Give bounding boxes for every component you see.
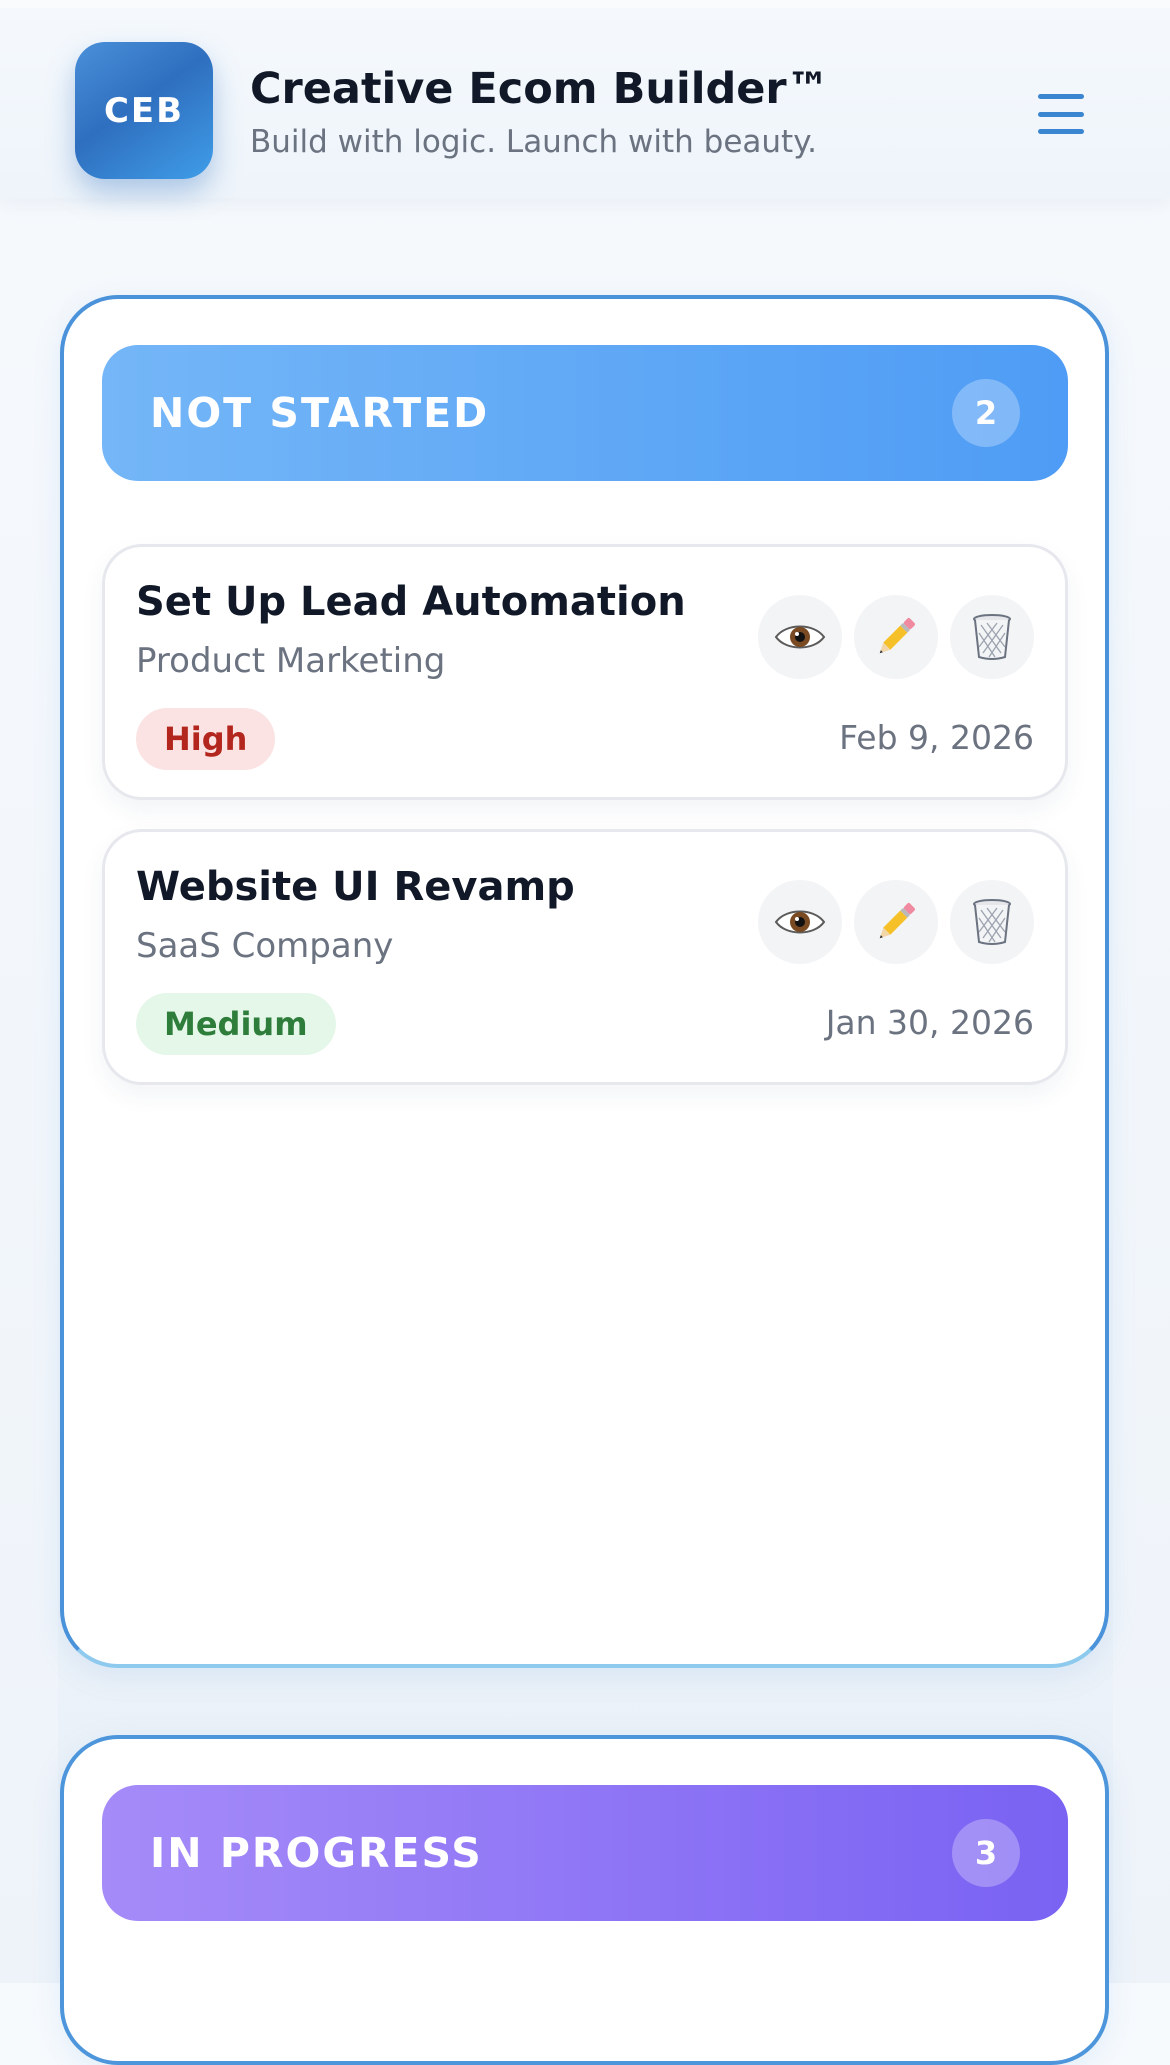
- menu-line: [1038, 94, 1084, 99]
- menu-line: [1038, 111, 1084, 117]
- delete-task-button[interactable]: [950, 880, 1034, 964]
- app-tagline: Build with logic. Launch with beauty.: [250, 124, 817, 160]
- app-header: CEB Creative Ecom Builder™ Build with lo…: [0, 0, 1170, 198]
- hamburger-menu-icon[interactable]: [1030, 88, 1092, 140]
- app-title: Creative Ecom Builder™: [250, 64, 830, 114]
- task-count-badge: 3: [952, 1819, 1020, 1887]
- task-due-date: Jan 30, 2026: [825, 1003, 1034, 1042]
- task-card[interactable]: Set Up Lead Automation Product Marketing…: [102, 544, 1068, 800]
- eye-icon: [774, 625, 826, 649]
- column-header-in-progress[interactable]: IN PROGRESS 3: [102, 1785, 1068, 1921]
- task-count-badge: 2: [952, 379, 1020, 447]
- edit-task-button[interactable]: [854, 880, 938, 964]
- trash-icon: [973, 899, 1011, 945]
- trash-icon: [973, 614, 1011, 660]
- task-client: SaaS Company: [136, 926, 394, 966]
- task-actions: [758, 595, 1034, 679]
- menu-line: [1038, 129, 1084, 134]
- pencil-icon: [879, 618, 915, 654]
- column-header-not-started[interactable]: NOT STARTED 2: [102, 345, 1068, 481]
- view-task-button[interactable]: [758, 595, 842, 679]
- view-task-button[interactable]: [758, 880, 842, 964]
- column-in-progress: IN PROGRESS 3: [60, 1735, 1109, 2065]
- column-title: NOT STARTED: [150, 389, 490, 437]
- brand-logo[interactable]: CEB: [75, 42, 213, 179]
- pencil-icon: [879, 903, 915, 939]
- task-card[interactable]: Website UI Revamp SaaS Company Medium Ja…: [102, 829, 1068, 1085]
- task-title: Set Up Lead Automation: [136, 579, 686, 625]
- task-title: Website UI Revamp: [136, 864, 575, 910]
- task-actions: [758, 880, 1034, 964]
- task-due-date: Feb 9, 2026: [839, 718, 1034, 757]
- delete-task-button[interactable]: [950, 595, 1034, 679]
- column-not-started: NOT STARTED 2 Set Up Lead Automation Pro…: [60, 295, 1109, 1668]
- priority-badge: High: [136, 708, 276, 770]
- priority-badge: Medium: [136, 993, 336, 1055]
- column-title: IN PROGRESS: [150, 1829, 483, 1877]
- edit-task-button[interactable]: [854, 595, 938, 679]
- task-client: Product Marketing: [136, 641, 446, 681]
- logo-text: CEB: [103, 90, 185, 131]
- eye-icon: [774, 910, 826, 934]
